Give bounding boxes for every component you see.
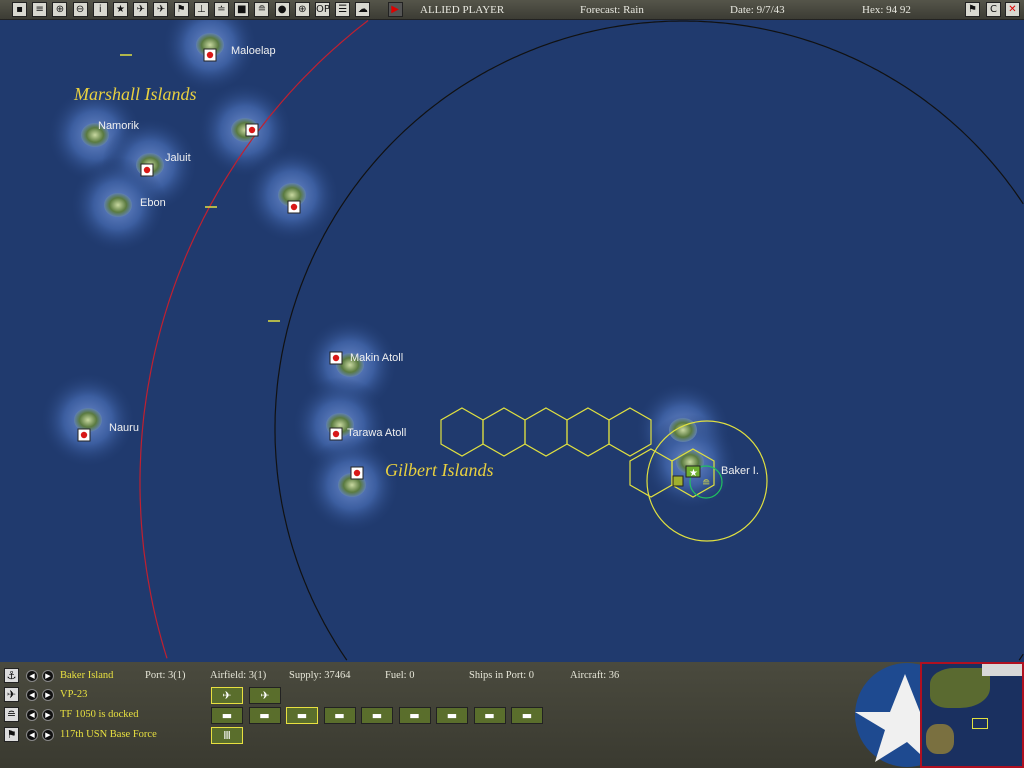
anchor-icon[interactable]: ⚓ bbox=[4, 668, 19, 683]
island-label: Jaluit bbox=[165, 152, 191, 164]
island-label: Baker I. bbox=[721, 465, 759, 477]
flag-icon[interactable]: ⚑ bbox=[4, 727, 19, 742]
port-size: Port: 3(1) bbox=[145, 670, 186, 681]
map-view[interactable]: ★ ≘ Maloelap Namorik Jaluit Ebon Makin A… bbox=[0, 20, 1024, 662]
ship-icon[interactable]: ≘ bbox=[4, 707, 19, 722]
star-icon: ★ bbox=[689, 468, 698, 479]
next-arrow-icon[interactable]: ▶ bbox=[42, 670, 54, 682]
land-unit-icon[interactable] bbox=[672, 475, 684, 487]
ship-button[interactable]: ▬ bbox=[361, 707, 393, 724]
island[interactable] bbox=[669, 418, 697, 442]
hex-label: Hex: 94 92 bbox=[862, 4, 911, 16]
task-force-name[interactable]: TF 1050 is docked bbox=[60, 709, 138, 720]
next-arrow-icon[interactable]: ▶ bbox=[42, 709, 54, 721]
supply: Supply: 37464 bbox=[289, 670, 351, 681]
ship-button[interactable]: ▬ bbox=[473, 707, 506, 724]
ship-button[interactable]: ▬ bbox=[398, 707, 431, 724]
forecast-label: Forecast: Rain bbox=[580, 4, 644, 16]
globe-icon[interactable]: ● bbox=[274, 2, 290, 17]
list-icon[interactable]: ☰ bbox=[335, 2, 351, 17]
land-unit-button[interactable]: Ⅲ bbox=[211, 727, 243, 744]
minimap[interactable] bbox=[920, 662, 1024, 768]
target-icon[interactable]: ⊕ bbox=[294, 2, 310, 17]
usn-star-emblem bbox=[855, 663, 920, 767]
next-arrow-icon[interactable]: ▶ bbox=[42, 729, 54, 741]
base-name[interactable]: Baker Island bbox=[60, 670, 113, 681]
minimap-australia bbox=[926, 724, 954, 754]
bottom-info-panel: ⚓ ◀ ▶ Baker Island Port: 3(1) Airfield: … bbox=[0, 662, 1024, 768]
date-label: Date: 9/7/43 bbox=[730, 4, 785, 16]
japan-plane-icon[interactable]: ✈ bbox=[153, 2, 169, 17]
airfield-size: Airfield: 3(1) bbox=[210, 670, 267, 681]
air-unit-button[interactable]: ✈ bbox=[249, 687, 281, 704]
ship-button[interactable]: ▬ bbox=[436, 707, 468, 724]
island-label: Maloelap bbox=[231, 45, 276, 57]
end-turn-icon[interactable]: ▶ bbox=[387, 2, 403, 17]
prev-arrow-icon[interactable]: ◀ bbox=[26, 709, 38, 721]
aircraft-count: Aircraft: 36 bbox=[570, 670, 620, 681]
weather-icon[interactable]: ☁ bbox=[355, 2, 371, 17]
top-toolbar: ▪ ≡ ⊕ ⊖ i ★ ✈ ✈ ⚑ ⊥ ≐ ■ ≘ ● ⊕ OP ☰ ☁ ▶ ALLIED PLAYER Forecas… bbox=[0, 0, 1024, 20]
prev-arrow-icon[interactable]: ◀ bbox=[26, 729, 38, 741]
prev-arrow-icon[interactable]: ◀ bbox=[26, 689, 38, 701]
region-label-gilbert: Gilbert Islands bbox=[385, 460, 494, 480]
close-icon[interactable]: ✕ bbox=[1005, 2, 1020, 17]
flag-icon[interactable]: ⚑ bbox=[173, 2, 189, 17]
ship-button[interactable]: ▬ bbox=[323, 707, 356, 724]
rising-sun-icon bbox=[332, 354, 340, 362]
ship-move-icon[interactable]: ≐ bbox=[214, 2, 229, 17]
rising-sun-icon bbox=[353, 469, 361, 477]
ship-icon[interactable]: ≘ bbox=[702, 478, 710, 489]
allied-plane-icon[interactable]: ✈ bbox=[133, 2, 149, 17]
island-label: Makin Atoll bbox=[350, 352, 403, 364]
flag-toggle-icon[interactable]: ⚑ bbox=[965, 2, 980, 17]
rising-sun-icon bbox=[332, 430, 340, 438]
rising-sun-icon bbox=[290, 203, 298, 211]
minimap-arctic bbox=[982, 664, 1022, 676]
ships-in-port: Ships in Port: 0 bbox=[469, 670, 535, 681]
rising-sun-icon bbox=[80, 431, 88, 439]
star-icon[interactable]: ★ bbox=[113, 2, 128, 17]
land-unit-name[interactable]: 117th USN Base Force bbox=[60, 729, 157, 740]
task-force-icon[interactable]: ≘ bbox=[254, 2, 270, 17]
air-unit-button[interactable]: ✈ bbox=[211, 687, 243, 704]
fuel: Fuel: 0 bbox=[385, 670, 415, 681]
side-icon[interactable]: ■ bbox=[234, 2, 250, 17]
ship-button[interactable]: ▬ bbox=[248, 707, 281, 724]
island[interactable] bbox=[74, 408, 102, 432]
island-label: Ebon bbox=[140, 197, 166, 209]
island-label: Namorik bbox=[98, 120, 139, 132]
island-label: Tarawa Atoll bbox=[347, 427, 406, 439]
info-icon[interactable]: i bbox=[92, 2, 108, 17]
player-label: ALLIED PLAYER bbox=[420, 4, 505, 16]
ship-button[interactable]: ▬ bbox=[511, 707, 543, 724]
ship-report-icon[interactable]: ⊕ bbox=[52, 2, 68, 17]
save-icon[interactable]: ▪ bbox=[12, 2, 27, 17]
minimap-asia bbox=[930, 668, 990, 708]
plane-icon[interactable]: ✈ bbox=[4, 687, 19, 702]
island[interactable] bbox=[104, 193, 132, 217]
report-icon[interactable]: ≡ bbox=[32, 2, 48, 17]
minimap-viewport[interactable] bbox=[972, 718, 988, 729]
rising-sun-icon bbox=[248, 126, 256, 134]
next-arrow-icon[interactable]: ▶ bbox=[42, 689, 54, 701]
island-label: Nauru bbox=[109, 422, 139, 434]
air-unit-name[interactable]: VP-23 bbox=[60, 689, 87, 700]
op-icon[interactable]: OP bbox=[315, 2, 330, 17]
prev-arrow-icon[interactable]: ◀ bbox=[26, 670, 38, 682]
ship-button[interactable]: ▬ bbox=[211, 707, 243, 724]
region-label-marshall: Marshall Islands bbox=[73, 84, 197, 104]
rising-sun-icon bbox=[143, 166, 151, 174]
air-report-icon[interactable]: ⊖ bbox=[72, 2, 88, 17]
base-icon[interactable]: ⊥ bbox=[193, 2, 209, 17]
combat-report-button[interactable]: C bbox=[986, 2, 1001, 17]
ship-button[interactable]: ▬ bbox=[286, 707, 318, 724]
rising-sun-icon bbox=[206, 51, 214, 59]
